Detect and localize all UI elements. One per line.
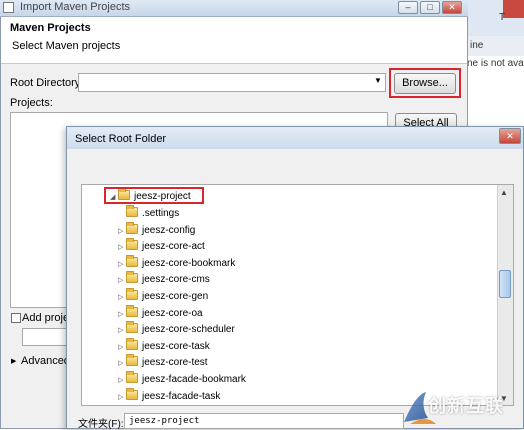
tree-item-label: jeesz-facade-task bbox=[142, 390, 221, 402]
tree-item[interactable]: ▷ jeesz-core-gen bbox=[104, 287, 494, 305]
folder-icon bbox=[126, 205, 138, 217]
tree-item[interactable]: ▷ jeesz-core-task bbox=[104, 337, 494, 355]
folder-icon bbox=[126, 370, 138, 383]
folder-icon bbox=[126, 304, 138, 317]
tree-item[interactable]: ▷ jeesz-core-act bbox=[104, 238, 494, 255]
folder-icon bbox=[126, 238, 138, 251]
tree-item-label: jeesz-core-task bbox=[142, 340, 210, 352]
tree-item-label: jeesz-core-gen bbox=[142, 290, 209, 302]
tree-item[interactable]: ▷ jeesz-config bbox=[104, 221, 494, 239]
folder-icon bbox=[126, 354, 138, 367]
tree-item-label: jeesz-core-bookmark bbox=[142, 257, 236, 269]
tree-item[interactable]: ▷ jeesz-core-scheduler bbox=[104, 321, 494, 338]
root-directory-label: Root Directory: bbox=[10, 77, 84, 89]
select-root-close-button[interactable]: ✕ bbox=[499, 128, 521, 144]
highlight-box bbox=[389, 68, 461, 98]
background-tab-label[interactable]: ine bbox=[470, 40, 483, 51]
tree-expand-icon[interactable]: ▷ bbox=[118, 390, 126, 407]
folder-icon bbox=[126, 387, 138, 400]
dropdown-arrow-icon[interactable]: ▼ bbox=[374, 76, 382, 85]
working-set-field[interactable] bbox=[22, 328, 68, 346]
advanced-section-toggle[interactable]: Advanced bbox=[21, 355, 70, 367]
tree-item[interactable]: .settings bbox=[104, 205, 494, 222]
background-tab-label-2[interactable]: T bbox=[499, 12, 505, 23]
scrollbar-thumb[interactable] bbox=[499, 270, 511, 298]
tree-item[interactable]: ▷ jeesz-core-cms bbox=[104, 271, 494, 288]
folder-label: 文件夹(F): bbox=[78, 419, 124, 430]
projects-label: Projects: bbox=[10, 97, 53, 109]
folder-tree-rows: ◢ jeesz-project .settings ▷ jeesz-config ▷ jee… bbox=[104, 188, 494, 404]
folder-icon bbox=[126, 271, 138, 284]
select-root-title: Select Root Folder bbox=[75, 133, 167, 145]
watermark-text: 创新互联 bbox=[428, 396, 504, 416]
selection-highlight bbox=[104, 187, 204, 204]
tree-item[interactable]: ▷ jeesz-core-oa bbox=[104, 304, 494, 322]
background-close-button[interactable] bbox=[503, 0, 524, 18]
tree-item-label: jeesz-core-cms bbox=[142, 274, 210, 286]
root-directory-combo[interactable] bbox=[78, 73, 386, 92]
tree-item-label: jeesz-core-act bbox=[142, 241, 205, 253]
close-button[interactable]: ✕ bbox=[442, 1, 462, 14]
minimize-button[interactable]: – bbox=[398, 1, 418, 14]
expand-arrow-icon[interactable]: ▶ bbox=[11, 357, 16, 365]
folder-icon bbox=[126, 321, 138, 334]
background-panel-text: ne is not avai bbox=[467, 58, 524, 69]
tree-item-label: jeesz-core-oa bbox=[142, 307, 203, 319]
tree-item-label: jeesz-core-scheduler bbox=[142, 324, 235, 336]
import-dialog-title: Import Maven Projects bbox=[20, 1, 131, 13]
folder-icon bbox=[126, 254, 138, 267]
folder-icon bbox=[126, 337, 138, 350]
tree-item[interactable]: ▷ jeesz-core-test bbox=[104, 354, 494, 371]
add-project-label: Add proje bbox=[22, 312, 70, 324]
app-icon bbox=[3, 2, 14, 13]
tree-item-label: jeesz-config bbox=[142, 224, 196, 236]
tree-item[interactable]: ▷ jeesz-core-bookmark bbox=[104, 254, 494, 272]
tree-item-label: jeesz-facade-bookmark bbox=[142, 373, 246, 385]
folder-input[interactable]: jeesz-project bbox=[124, 413, 404, 429]
tree-item-label: jeesz-core-test bbox=[142, 357, 208, 369]
tree-item-label: .settings bbox=[142, 208, 180, 219]
page-subtitle: Select Maven projects bbox=[12, 40, 121, 52]
folder-icon bbox=[126, 221, 138, 234]
scroll-up-icon[interactable]: ▲ bbox=[500, 188, 508, 197]
maximize-button[interactable]: □ bbox=[420, 1, 440, 14]
page-title: Maven Projects bbox=[10, 22, 91, 34]
folder-icon bbox=[126, 287, 138, 300]
add-project-checkbox[interactable] bbox=[11, 313, 21, 323]
